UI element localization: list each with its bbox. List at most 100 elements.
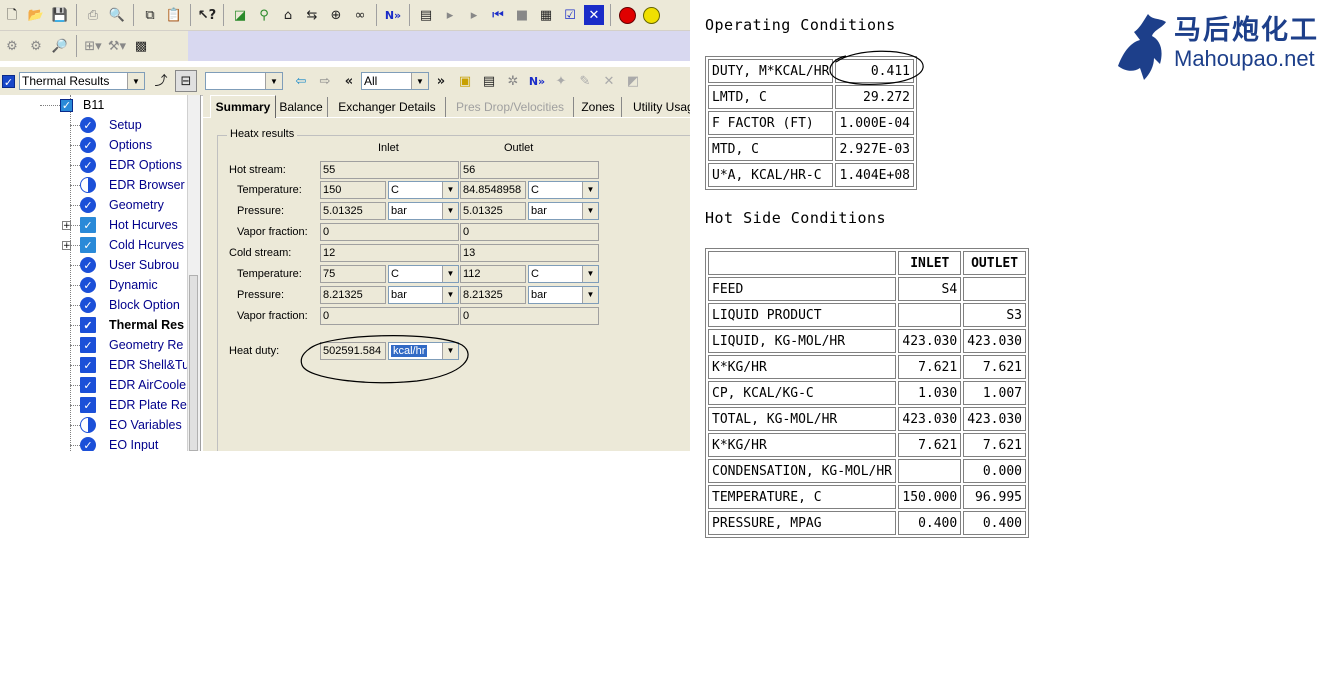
- new-file-icon[interactable]: 🗋: [2, 5, 22, 25]
- tree-node[interactable]: ✓ Options: [80, 135, 152, 155]
- save-icon[interactable]: 💾: [50, 5, 70, 25]
- hot-pres-outlet-unit[interactable]: bar ▼: [528, 202, 599, 220]
- control-panel-icon[interactable]: ▦: [536, 5, 556, 25]
- view-icon[interactable]: ◩: [623, 71, 643, 91]
- next-icon[interactable]: N»: [383, 5, 403, 25]
- tree-node[interactable]: EO Variables: [80, 415, 182, 435]
- inlet-header: Inlet: [378, 142, 399, 154]
- tree-node[interactable]: ✓ Block Option: [80, 295, 180, 315]
- tab-balance[interactable]: Balance: [275, 97, 328, 117]
- tree-node[interactable]: ✓ EO Input: [80, 435, 158, 451]
- print-icon[interactable]: ⎙: [83, 5, 103, 25]
- tools-icon[interactable]: ⚒▾: [107, 36, 127, 56]
- tab-summary[interactable]: Summary: [210, 95, 276, 118]
- report-icon[interactable]: ▤: [479, 71, 499, 91]
- hot-vapor-label: Vapor fraction:: [237, 226, 308, 238]
- tree-node[interactable]: ✓ Cold Hcurves: [80, 235, 184, 255]
- tree-node[interactable]: ✓ Thermal Res: [80, 315, 184, 335]
- layout-icon[interactable]: ⊞▾: [83, 36, 103, 56]
- stream-connect-icon[interactable]: ⚲: [254, 5, 274, 25]
- tree-node[interactable]: ✓ EDR Options: [80, 155, 182, 175]
- data-browser-icon[interactable]: ▤: [416, 5, 436, 25]
- tree-node-label: Dynamic: [109, 278, 158, 292]
- next-page-icon[interactable]: »: [431, 71, 451, 91]
- toolbar-separator: [223, 4, 224, 26]
- paste-icon[interactable]: 📋: [164, 5, 184, 25]
- step-icon[interactable]: ▸: [464, 5, 484, 25]
- zoom-icon[interactable]: 🔎: [50, 36, 70, 56]
- tree-node[interactable]: EDR Browser: [80, 175, 185, 195]
- tab-zones[interactable]: Zones: [575, 97, 622, 117]
- cold-temp-inlet-unit[interactable]: C ▼: [388, 265, 459, 283]
- flowsheet-icon[interactable]: ◪: [230, 5, 250, 25]
- copy-icon[interactable]: ⧉: [140, 5, 160, 25]
- tree-node[interactable]: ✓ EDR Plate Re: [80, 395, 187, 415]
- previous-icon[interactable]: «: [339, 71, 359, 91]
- stop-icon[interactable]: ■: [512, 5, 532, 25]
- tree-toggle-icon[interactable]: ⊟: [175, 70, 197, 92]
- tree-guide-line: [70, 95, 72, 451]
- tree-scrollbar[interactable]: [187, 95, 200, 451]
- hot-pres-inlet-unit[interactable]: bar ▼: [388, 202, 459, 220]
- tree-node-label: Hot Hcurves: [109, 218, 178, 232]
- expand-icon[interactable]: +: [62, 221, 71, 231]
- row-inlet-value: [898, 459, 962, 483]
- status-gear-icon[interactable]: ✲: [503, 71, 523, 91]
- tab-exchanger-details[interactable]: Exchanger Details: [329, 97, 446, 117]
- back-arrow-icon[interactable]: ⇦: [291, 71, 311, 91]
- check-results-icon[interactable]: ☑: [560, 5, 580, 25]
- red-status-icon[interactable]: [617, 5, 637, 25]
- next-input-icon[interactable]: N»: [527, 71, 547, 91]
- navigation-filter-combo[interactable]: All ▼: [361, 72, 429, 90]
- up-folder-icon[interactable]: ⤴: [151, 71, 171, 91]
- table-row: U*A, KCAL/HR-C 1.404E+08: [708, 163, 914, 187]
- tree-node-label: EO Input: [109, 438, 159, 451]
- help-pointer-icon[interactable]: ↖?: [197, 5, 217, 25]
- house-icon[interactable]: ⌂: [278, 5, 298, 25]
- heatx-results-title: Heatx results: [227, 128, 298, 140]
- reinitialize-icon[interactable]: ⏮: [488, 5, 508, 25]
- delete-icon[interactable]: ✕: [599, 71, 619, 91]
- target-icon[interactable]: ⊕: [326, 5, 346, 25]
- glasses-icon[interactable]: ∞: [350, 5, 370, 25]
- scrollbar-thumb[interactable]: [189, 275, 198, 451]
- close-results-icon[interactable]: ✕: [584, 5, 604, 25]
- edit-icon[interactable]: ✎: [575, 71, 595, 91]
- tree-node[interactable]: ✓ Hot Hcurves: [80, 215, 178, 235]
- row-label: DUTY, M*KCAL/HR: [708, 59, 834, 83]
- tree-node[interactable]: ✓ User Subrou: [80, 255, 179, 275]
- hot-temp-outlet-unit[interactable]: C ▼: [528, 181, 599, 199]
- tree-node[interactable]: ✓ Dynamic: [80, 275, 158, 295]
- expand-icon[interactable]: +: [62, 241, 71, 251]
- cold-temp-outlet-unit[interactable]: C ▼: [528, 265, 599, 283]
- object-combo[interactable]: ▼: [205, 72, 283, 90]
- chart-icon[interactable]: ▩: [131, 36, 151, 56]
- open-folder-icon[interactable]: 📂: [26, 5, 46, 25]
- tree-node[interactable]: ✓ Geometry: [80, 195, 164, 215]
- gear-alt-icon[interactable]: ⚙: [26, 36, 46, 56]
- cold-pres-outlet-unit[interactable]: bar ▼: [528, 286, 599, 304]
- hot-temp-inlet-unit[interactable]: C ▼: [388, 181, 459, 199]
- tab-pres-drop-velocities[interactable]: Pres Drop/Velocities: [447, 97, 574, 117]
- forward-arrow-icon[interactable]: ⇨: [315, 71, 335, 91]
- new-object-icon[interactable]: ✦: [551, 71, 571, 91]
- tree-connector: [70, 165, 80, 166]
- exchange-icon[interactable]: ⇆: [302, 5, 322, 25]
- tree-node[interactable]: ✓ EDR AirCoole: [80, 375, 186, 395]
- tree-node[interactable]: ✓ EDR Shell&Tu: [80, 355, 189, 375]
- table-row: LIQUID, KG-MOL/HR 423.030 423.030: [708, 329, 1026, 353]
- toolbar-separator: [376, 4, 377, 26]
- results-form-combo[interactable]: Thermal Results ▼: [19, 72, 145, 90]
- toolbar-separator: [409, 4, 410, 26]
- tree-node-label: Block Option: [109, 298, 180, 312]
- yellow-status-icon[interactable]: [641, 5, 661, 25]
- tree-node-root[interactable]: ✓ B11: [40, 95, 104, 115]
- tree-node[interactable]: ✓ Geometry Re: [80, 335, 183, 355]
- run-icon[interactable]: ▸: [440, 5, 460, 25]
- notes-icon[interactable]: ▣: [455, 71, 475, 91]
- tab-utility-usage[interactable]: Utility Usage: [623, 97, 690, 117]
- gear-icon[interactable]: ⚙: [2, 36, 22, 56]
- cold-pres-inlet-unit[interactable]: bar ▼: [388, 286, 459, 304]
- print-preview-icon[interactable]: 🔍: [107, 5, 127, 25]
- tree-node[interactable]: ✓ Setup: [80, 115, 142, 135]
